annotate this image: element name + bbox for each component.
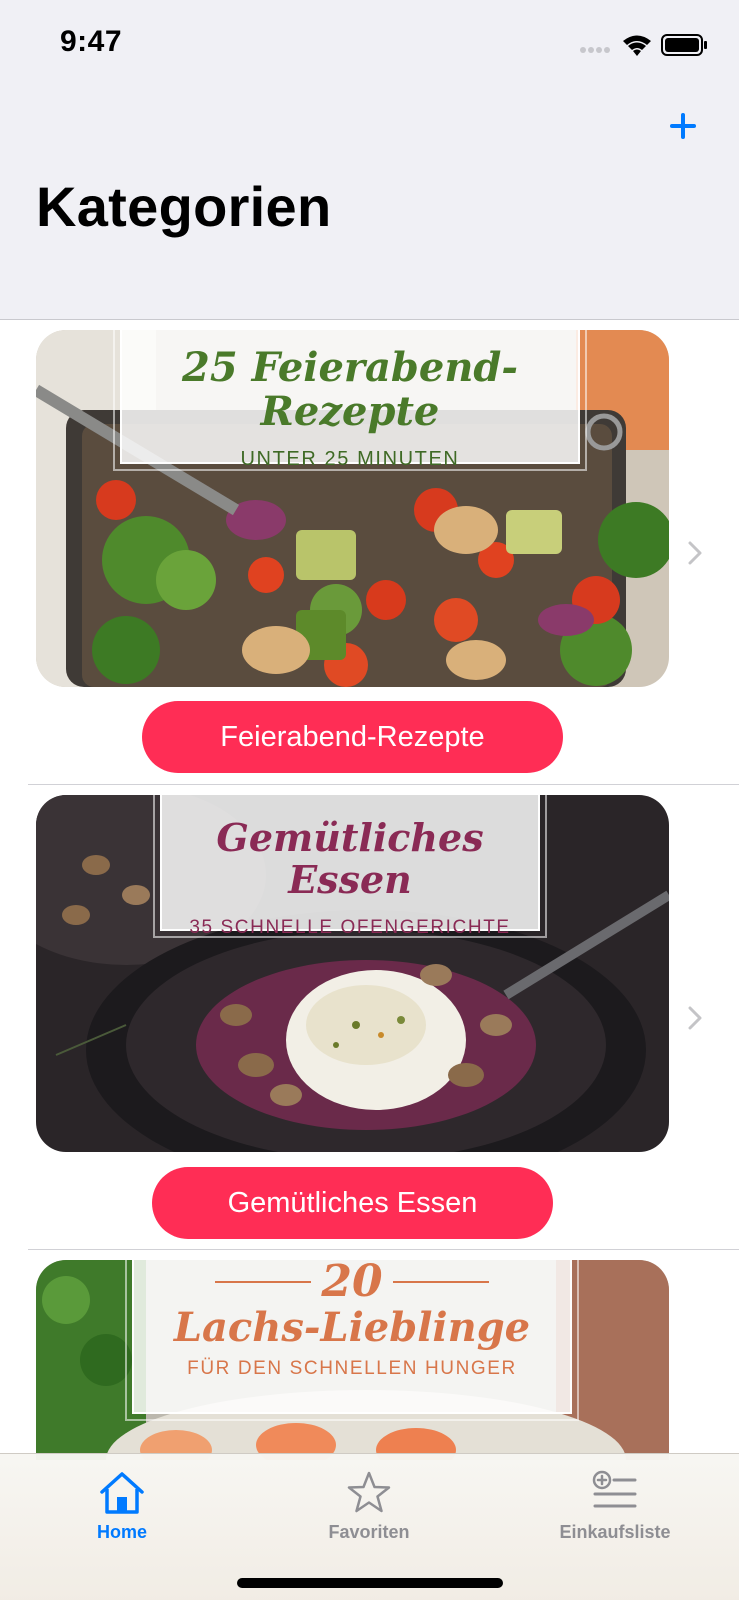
- category-button-feierabend[interactable]: Feierabend-Rezepte: [142, 701, 563, 773]
- overlay-subtitle: FÜR DEN SCHNELLEN HUNGER: [187, 1358, 517, 1380]
- overlay-title: Lachs-Lieblinge: [173, 1304, 531, 1352]
- row-divider: [28, 1249, 739, 1250]
- shopping-list-icon: [592, 1470, 637, 1508]
- tab-label: Einkaufsliste: [559, 1522, 671, 1542]
- home-indicator: [237, 1578, 503, 1588]
- overlay-subtitle: 35 SCHNELLE OFENGERICHTE: [189, 916, 511, 938]
- overlay-number: 20: [321, 1260, 383, 1307]
- page-title: Kategorien: [36, 175, 332, 238]
- category-image-feierabend[interactable]: 25 Feierabend-Rezepte UNTER 25 MINUTEN: [36, 330, 669, 687]
- plus-icon: [670, 113, 696, 139]
- house-icon: [100, 1472, 144, 1514]
- category-overlay: 20 Lachs-Lieblinge FÜR DEN SCHNELLEN HUN…: [125, 1260, 579, 1421]
- signal-wifi-battery-icon: [580, 34, 707, 56]
- tab-einkaufsliste[interactable]: Einkaufsliste: [535, 1470, 695, 1543]
- chevron-right-icon[interactable]: [685, 538, 705, 568]
- category-image-lachs[interactable]: 20 Lachs-Lieblinge FÜR DEN SCHNELLEN HUN…: [36, 1260, 669, 1460]
- tab-home[interactable]: Home: [42, 1470, 202, 1543]
- category-overlay: Gemütliches Essen 35 SCHNELLE OFENGERICH…: [153, 795, 547, 938]
- overlay-subtitle: UNTER 25 MINUTEN: [240, 448, 460, 470]
- overlay-title: Gemütliches Essen: [216, 815, 484, 902]
- tab-favoriten[interactable]: Favoriten: [289, 1470, 449, 1543]
- overlay-number-row: 20: [134, 1260, 570, 1306]
- add-button[interactable]: [663, 106, 703, 146]
- category-overlay: 25 Feierabend-Rezepte UNTER 25 MINUTEN: [113, 330, 587, 471]
- category-button-gemuetlich[interactable]: Gemütliches Essen: [152, 1167, 553, 1239]
- chevron-right-icon[interactable]: [685, 1003, 705, 1033]
- category-image-gemuetlich[interactable]: Gemütliches Essen 35 SCHNELLE OFENGERICH…: [36, 795, 669, 1152]
- star-icon: [347, 1471, 391, 1513]
- status-time: 9:47: [60, 25, 123, 58]
- tab-label: Favoriten: [328, 1522, 410, 1542]
- overlay-title: 25 Feierabend-Rezepte: [182, 344, 518, 435]
- tab-label: Home: [96, 1522, 147, 1542]
- status-icons: [579, 32, 709, 58]
- row-divider: [28, 784, 739, 785]
